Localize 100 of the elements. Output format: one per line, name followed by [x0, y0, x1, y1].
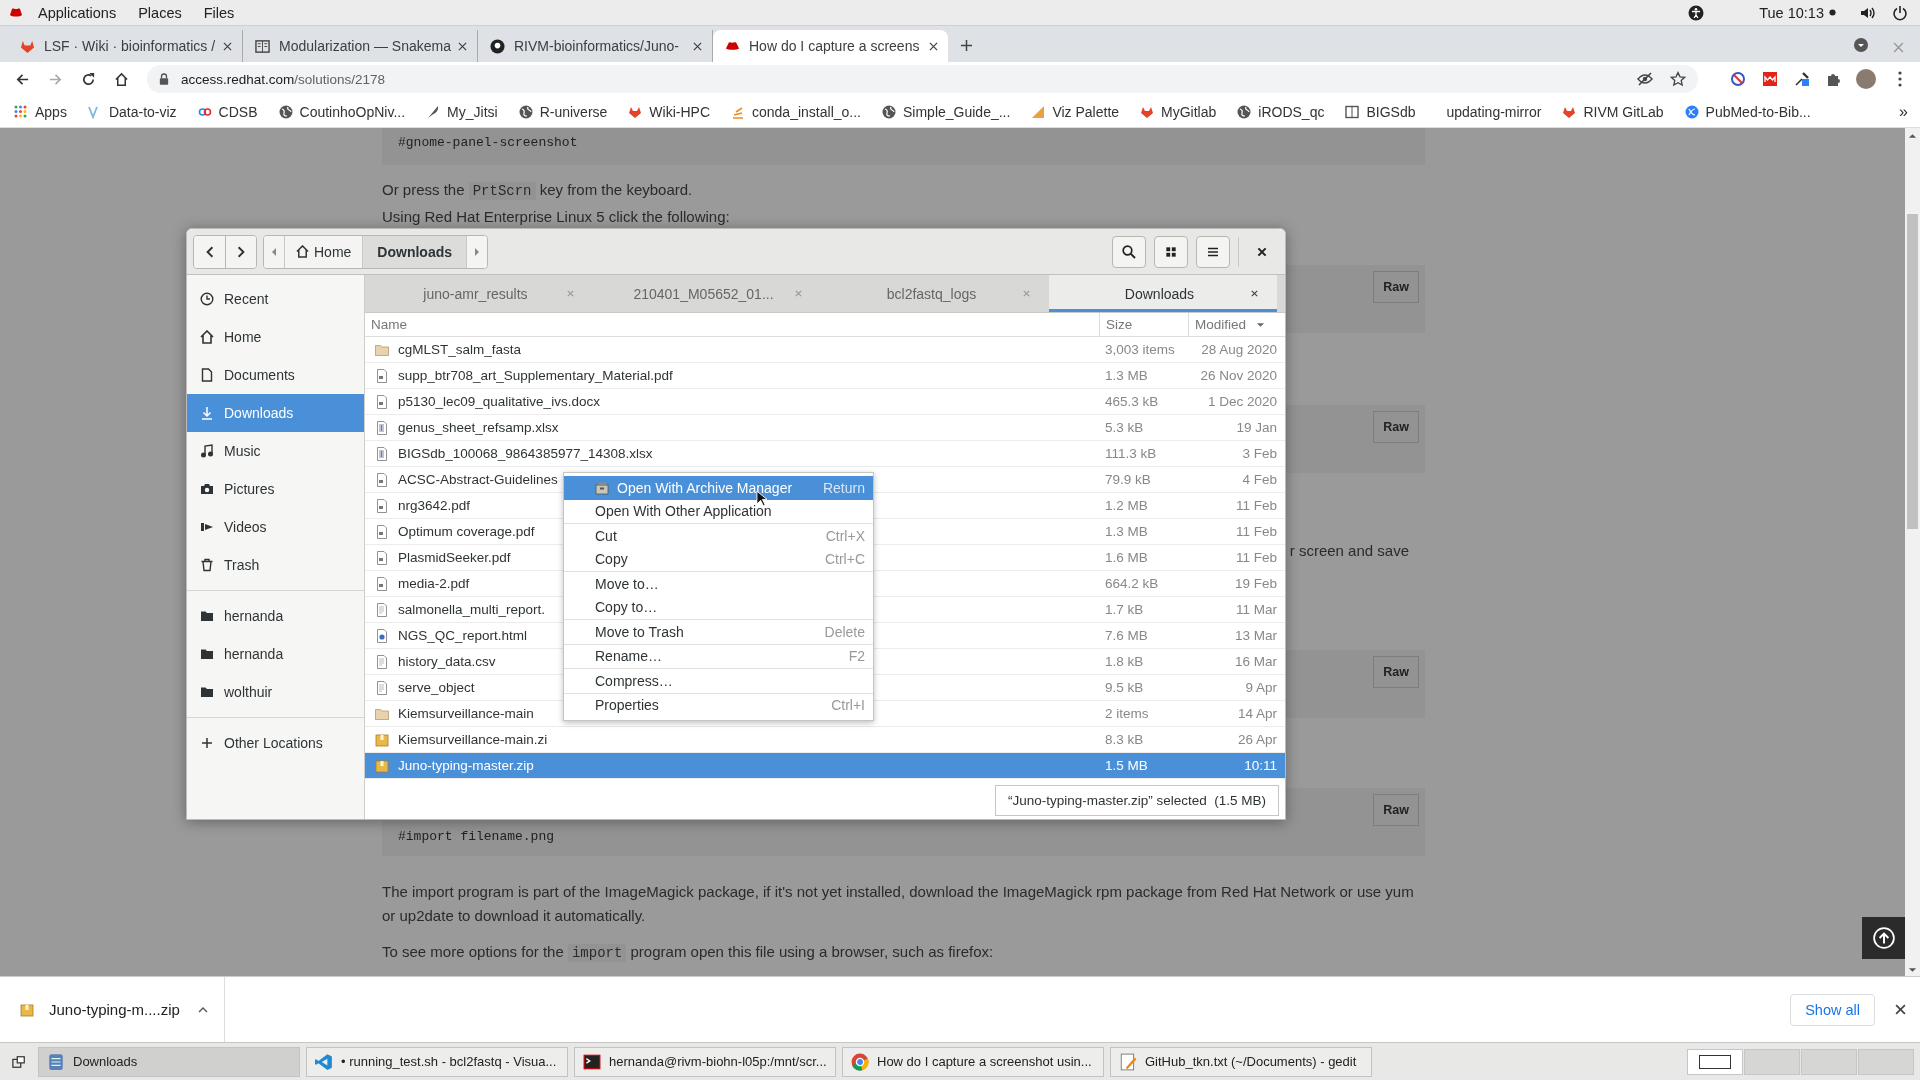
accessibility-icon[interactable] [1688, 4, 1705, 21]
menu-item[interactable]: Copy Ctrl+C [564, 547, 873, 571]
raw-button[interactable]: Raw [1373, 656, 1419, 688]
sidebar-item[interactable]: Trash [187, 546, 364, 584]
bookmark[interactable]: PubMed-to-Bib... [1684, 103, 1811, 120]
bookmark[interactable]: MyGitlab [1140, 103, 1217, 120]
close-icon[interactable] [1250, 289, 1259, 298]
path-button[interactable]: Downloads [362, 235, 467, 268]
caret-up-icon[interactable] [197, 1006, 208, 1013]
extension-icon[interactable] [1762, 71, 1778, 87]
star-icon[interactable] [1670, 71, 1686, 87]
menu-item[interactable]: Move to Trash Delete [564, 620, 873, 644]
close-icon[interactable] [693, 41, 702, 51]
workspace-switcher[interactable] [1744, 1048, 1800, 1075]
sidebar-item[interactable]: Documents [187, 356, 364, 394]
folder-tab[interactable]: 210401_M05652_01... [593, 275, 821, 312]
bookmark[interactable]: RIVM GitLab [1562, 103, 1664, 120]
close-icon[interactable] [1895, 1004, 1906, 1015]
menu-item[interactable]: Properties Ctrl+I [564, 693, 873, 717]
scroll-down-icon[interactable] [1908, 967, 1917, 973]
column-header[interactable]: Modified [1188, 313, 1283, 336]
power-icon[interactable] [1892, 4, 1908, 21]
new-tab-icon[interactable] [960, 39, 973, 52]
browser-tab[interactable]: How do I capture a screens [713, 30, 948, 62]
workspace-switcher[interactable] [1858, 1048, 1914, 1075]
top-menu[interactable]: Applications [38, 4, 117, 21]
sidebar-item[interactable]: hernanda [187, 635, 364, 673]
reload-icon[interactable] [81, 71, 96, 87]
puzzle-icon[interactable] [1826, 71, 1842, 87]
close-icon[interactable] [223, 41, 232, 51]
bookmark[interactable]: iRODS_qc [1237, 103, 1325, 120]
blocked-icon[interactable] [1730, 71, 1746, 87]
file-row[interactable]: genus_sheet_refsamp.xlsx 5.3 kB 19 Jan [365, 415, 1285, 441]
menu-item[interactable]: Copy to… [564, 595, 873, 619]
sidebar-item[interactable]: Recent [187, 280, 364, 318]
file-row[interactable]: supp_btr708_art_Supplementary_Material.pdf 1.3 MB 26 Nov 2020 [365, 363, 1285, 389]
bookmark[interactable]: Data-to-viz [87, 103, 177, 120]
scrollbar[interactable] [1905, 128, 1920, 976]
more-bookmarks[interactable]: » [1899, 102, 1908, 121]
search-button[interactable] [1112, 235, 1146, 268]
sidebar-item[interactable]: Videos [187, 508, 364, 546]
close-icon[interactable] [458, 41, 467, 51]
taskbar-button[interactable]: • running_test.sh - bcl2fastq - Visua... [306, 1046, 568, 1077]
menu-item[interactable]: Compress… [564, 669, 873, 693]
menu-item[interactable]: Move to… [564, 572, 873, 596]
raw-button[interactable]: Raw [1373, 794, 1419, 826]
bookmark[interactable]: Wiki-HPC [628, 103, 710, 120]
bookmark[interactable]: Simple_Guide_... [882, 103, 1011, 120]
back-to-top-button[interactable] [1862, 917, 1905, 959]
top-menu[interactable]: Files [203, 4, 235, 21]
show-desktop-icon[interactable] [12, 1054, 26, 1069]
tab-search-icon[interactable] [1853, 37, 1869, 53]
taskbar-button[interactable]: How do I capture a screenshot usin... [842, 1046, 1104, 1077]
sidebar-item[interactable]: Home [187, 318, 364, 356]
top-menu[interactable]: Places [138, 4, 182, 21]
scroll-thumb[interactable] [1907, 214, 1918, 529]
workspace-switcher[interactable] [1687, 1048, 1743, 1075]
folder-tab[interactable]: juno-amr_results [365, 275, 593, 312]
menu-item[interactable]: Cut Ctrl+X [564, 524, 873, 548]
eye-slash-icon[interactable] [1637, 71, 1653, 87]
home-icon[interactable] [114, 71, 129, 87]
column-header[interactable]: Name [365, 313, 1099, 336]
bookmark[interactable]: updating-mirror [1436, 103, 1542, 120]
eyedropper-icon[interactable] [1794, 71, 1810, 87]
grid-view-button[interactable] [1154, 235, 1188, 268]
folder-tab[interactable]: bcl2fastq_logs [821, 275, 1049, 312]
avatar[interactable] [1856, 69, 1876, 89]
file-row[interactable]: p5130_lec09_qualitative_ivs.docx 465.3 kB 1 Dec 2020 [365, 389, 1285, 415]
raw-button[interactable]: Raw [1373, 411, 1419, 443]
bookmark[interactable]: My_Jitsi [426, 103, 498, 120]
file-row[interactable]: cgMLST_salm_fasta 3,003 items 28 Aug 2020 [365, 337, 1285, 363]
taskbar-button[interactable]: hernanda@rivm-biohn-l05p:/mnt/scr... [574, 1046, 836, 1077]
show-all-button[interactable]: Show all [1790, 993, 1875, 1026]
sidebar-item[interactable]: Music [187, 432, 364, 470]
taskbar-button[interactable]: Downloads [38, 1046, 300, 1077]
file-row[interactable]: BIGSdb_100068_9864385977_14308.xlsx 111.3 kB 3 Feb [365, 441, 1285, 467]
column-header[interactable]: Size [1099, 313, 1188, 336]
bookmark[interactable]: BIGSdb [1345, 103, 1416, 120]
forward-button[interactable] [225, 235, 256, 268]
bookmark[interactable]: Apps [14, 103, 67, 120]
raw-button[interactable]: Raw [1373, 271, 1419, 303]
workspace-switcher[interactable] [1801, 1048, 1857, 1075]
sidebar-item[interactable]: Pictures [187, 470, 364, 508]
scroll-up-icon[interactable] [1908, 133, 1917, 139]
taskbar-button[interactable]: GitHub_tkn.txt (~/Documents) - gedit [1110, 1046, 1372, 1077]
close-icon[interactable] [929, 41, 938, 51]
menu-button[interactable] [1196, 235, 1230, 268]
clock[interactable]: Tue 10:13 [1759, 4, 1824, 21]
menu-item[interactable]: Open With Other Application [564, 499, 873, 523]
bookmark[interactable]: CDSB [197, 103, 258, 120]
menu-item[interactable]: Rename… F2 [564, 644, 873, 668]
folder-tab[interactable]: Downloads [1049, 275, 1277, 312]
address-bar[interactable]: access.redhat.com/solutions/2178 [147, 65, 1698, 93]
sidebar-item[interactable]: wolthuir [187, 673, 364, 711]
bookmark[interactable]: Viz Palette [1031, 103, 1120, 120]
sidebar-item[interactable]: Other Locations [187, 724, 364, 762]
bookmark[interactable]: CoutinhoOpNiv... [278, 103, 406, 120]
bookmark[interactable]: R-universe [518, 103, 608, 120]
sidebar-item[interactable]: hernanda [187, 597, 364, 635]
bookmark[interactable]: conda_install_o... [731, 103, 861, 120]
